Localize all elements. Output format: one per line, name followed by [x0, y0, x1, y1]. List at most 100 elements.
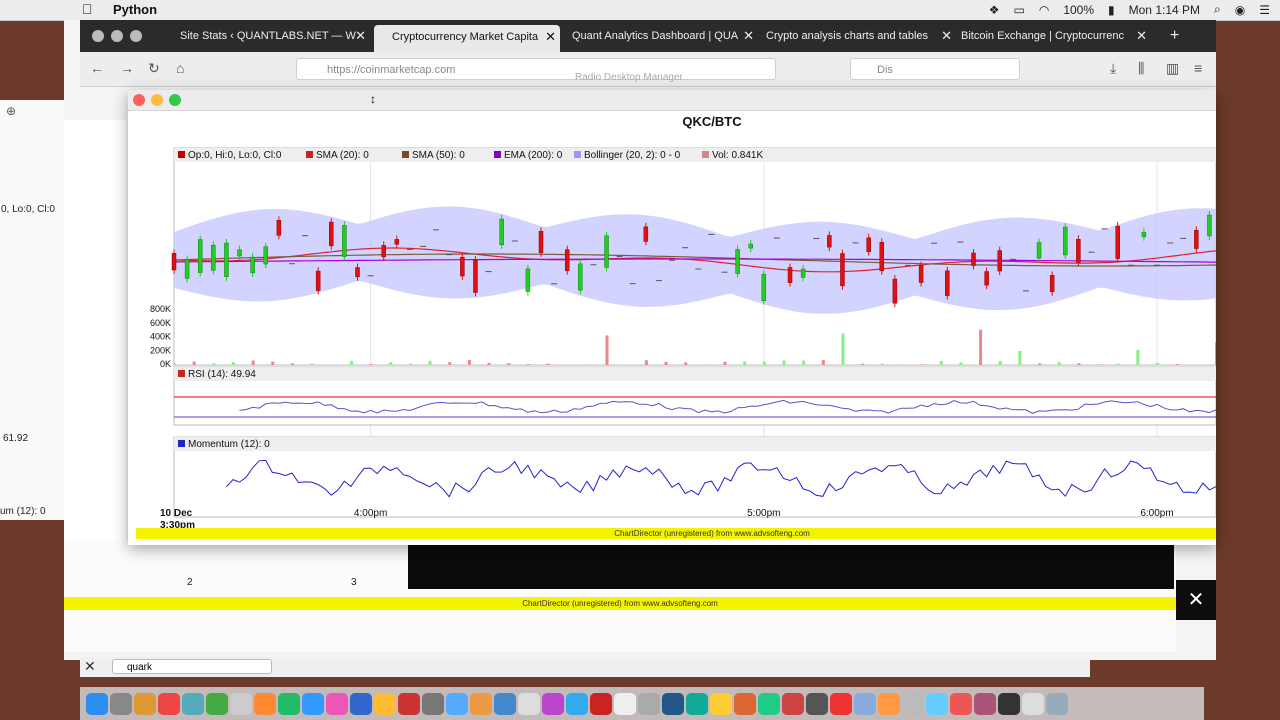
battery-percent[interactable]: 100% — [1063, 3, 1094, 17]
dock-app-icon[interactable] — [278, 693, 300, 715]
dock-app-icon[interactable] — [374, 693, 396, 715]
new-tab-icon[interactable]: + — [1170, 24, 1190, 48]
dock-app-icon[interactable] — [710, 693, 732, 715]
dock-app-icon[interactable] — [230, 693, 252, 715]
dock-app-icon[interactable] — [974, 693, 996, 715]
browser-tab[interactable]: Bitcoin Exchange | Cryptocurrenc ✕ — [961, 24, 1151, 48]
active-app-name[interactable]: Python — [113, 2, 157, 17]
back-arrow-icon[interactable]: ← — [90, 60, 104, 76]
legend-item: SMA (20): 0 — [316, 150, 369, 161]
dock-app-icon[interactable] — [134, 693, 156, 715]
volume-bar — [408, 363, 412, 365]
volume-bar — [723, 361, 727, 365]
chart-window-titlebar[interactable] — [128, 90, 1216, 111]
dock-app-icon[interactable] — [542, 693, 564, 715]
spotlight-search-icon[interactable]: ⌕ — [1214, 2, 1221, 17]
tab-close-icon[interactable]: ✕ — [941, 24, 952, 48]
legend-item: Bollinger (20, 2): 0 - 0 — [584, 150, 681, 161]
dock-app-icon[interactable] — [950, 693, 972, 715]
dock-app-icon[interactable] — [182, 693, 204, 715]
search-clear-icon[interactable]: ✕ — [84, 658, 96, 675]
display-icon[interactable]: ▭ — [1014, 3, 1025, 17]
menu-icon[interactable]: ≡ — [1194, 60, 1202, 76]
dock-app-icon[interactable] — [782, 693, 804, 715]
battery-icon[interactable]: ▮ — [1108, 3, 1115, 17]
dock-app-icon[interactable] — [206, 693, 228, 715]
chart-zoom-button[interactable] — [169, 94, 181, 106]
dock-app-icon[interactable] — [518, 693, 540, 715]
dock-app-icon[interactable] — [398, 693, 420, 715]
reload-icon[interactable]: ↻ — [148, 60, 160, 77]
dock-app-icon[interactable] — [302, 693, 324, 715]
url-input[interactable]: https://coinmarketcap.com — [296, 58, 776, 80]
browser-search-input[interactable]: Dis — [850, 58, 1020, 80]
browser-minimize-button[interactable] — [111, 30, 123, 42]
tab-close-icon[interactable]: ✕ — [545, 25, 556, 49]
dock-app-icon[interactable] — [494, 693, 516, 715]
dropbox-icon[interactable]: ❖ — [989, 3, 1000, 17]
chart-minimize-button[interactable] — [151, 94, 163, 106]
browser-tab[interactable]: Quant Analytics Dashboard | QUA ✕ — [572, 24, 758, 48]
chart-close-button[interactable] — [133, 94, 145, 106]
siri-icon[interactable]: ◉ — [1235, 3, 1245, 17]
dock-app-icon[interactable] — [1022, 693, 1044, 715]
candle-body — [866, 237, 871, 252]
browser-tab-active[interactable]: Cryptocurrency Market Capita ✕ — [374, 25, 560, 52]
forward-arrow-icon[interactable]: → — [120, 60, 134, 76]
browser-tab[interactable]: Site Stats ‹ QUANTLABS.NET — W ✕ — [180, 24, 370, 48]
close-icon[interactable]: ✕ — [1176, 580, 1216, 620]
candle-body — [761, 273, 767, 301]
background-search-input[interactable]: quark — [112, 659, 272, 674]
zoom-icon[interactable]: ⊕ — [6, 104, 16, 118]
candle-body — [1207, 214, 1212, 237]
volume-bar — [1018, 350, 1022, 365]
dock-app-icon[interactable] — [878, 693, 900, 715]
dock-app-icon[interactable] — [998, 693, 1020, 715]
dock-app-icon[interactable] — [758, 693, 780, 715]
downloads-icon[interactable]: ⤓ — [1110, 60, 1116, 77]
tab-close-icon[interactable]: ✕ — [355, 24, 366, 48]
dock-app-icon[interactable] — [422, 693, 444, 715]
candle-body — [945, 270, 950, 296]
dock-app-icon[interactable] — [902, 693, 924, 715]
dock-app-icon[interactable] — [638, 693, 660, 715]
background-chartdirector-footer: ChartDirector (unregistered) from www.ad… — [64, 597, 1176, 610]
dock-app-icon[interactable] — [614, 693, 636, 715]
dock-app-icon[interactable] — [830, 693, 852, 715]
macos-dock — [80, 687, 1204, 720]
candle-body — [1141, 232, 1147, 238]
notification-center-icon[interactable]: ☰ — [1259, 3, 1270, 17]
dock-app-icon[interactable] — [686, 693, 708, 715]
dock-app-icon[interactable] — [110, 693, 132, 715]
dock-app-icon[interactable] — [254, 693, 276, 715]
apple-menu-icon[interactable]:  — [82, 1, 93, 17]
home-icon[interactable]: ⌂ — [176, 60, 184, 76]
library-icon[interactable]: ⫼ — [1138, 60, 1144, 77]
dock-app-icon[interactable] — [734, 693, 756, 715]
menubar-clock[interactable]: Mon 1:14 PM — [1129, 3, 1200, 17]
dock-app-icon[interactable] — [158, 693, 180, 715]
background-x-tick: 3 — [351, 577, 357, 588]
dock-app-icon[interactable] — [566, 693, 588, 715]
browser-close-button[interactable] — [92, 30, 104, 42]
dock-app-icon[interactable] — [86, 693, 108, 715]
candle-body — [1076, 239, 1081, 263]
sidebar-icon[interactable]: ▥ — [1166, 60, 1179, 77]
dock-app-icon[interactable] — [926, 693, 948, 715]
browser-tab[interactable]: Crypto analysis charts and tables ✕ — [766, 24, 956, 48]
volume-bar — [1136, 349, 1140, 365]
dock-app-icon[interactable] — [470, 693, 492, 715]
dock-app-icon[interactable] — [590, 693, 612, 715]
candle-body — [564, 249, 570, 271]
tab-close-icon[interactable]: ✕ — [1136, 24, 1147, 48]
browser-zoom-button[interactable] — [130, 30, 142, 42]
wifi-icon[interactable]: ◠ — [1039, 3, 1049, 17]
dock-app-icon[interactable] — [326, 693, 348, 715]
dock-app-icon[interactable] — [662, 693, 684, 715]
dock-app-icon[interactable] — [854, 693, 876, 715]
dock-app-icon[interactable] — [350, 693, 372, 715]
tab-close-icon[interactable]: ✕ — [743, 24, 754, 48]
dock-app-icon[interactable] — [446, 693, 468, 715]
dock-app-icon[interactable] — [1046, 693, 1068, 715]
dock-app-icon[interactable] — [806, 693, 828, 715]
